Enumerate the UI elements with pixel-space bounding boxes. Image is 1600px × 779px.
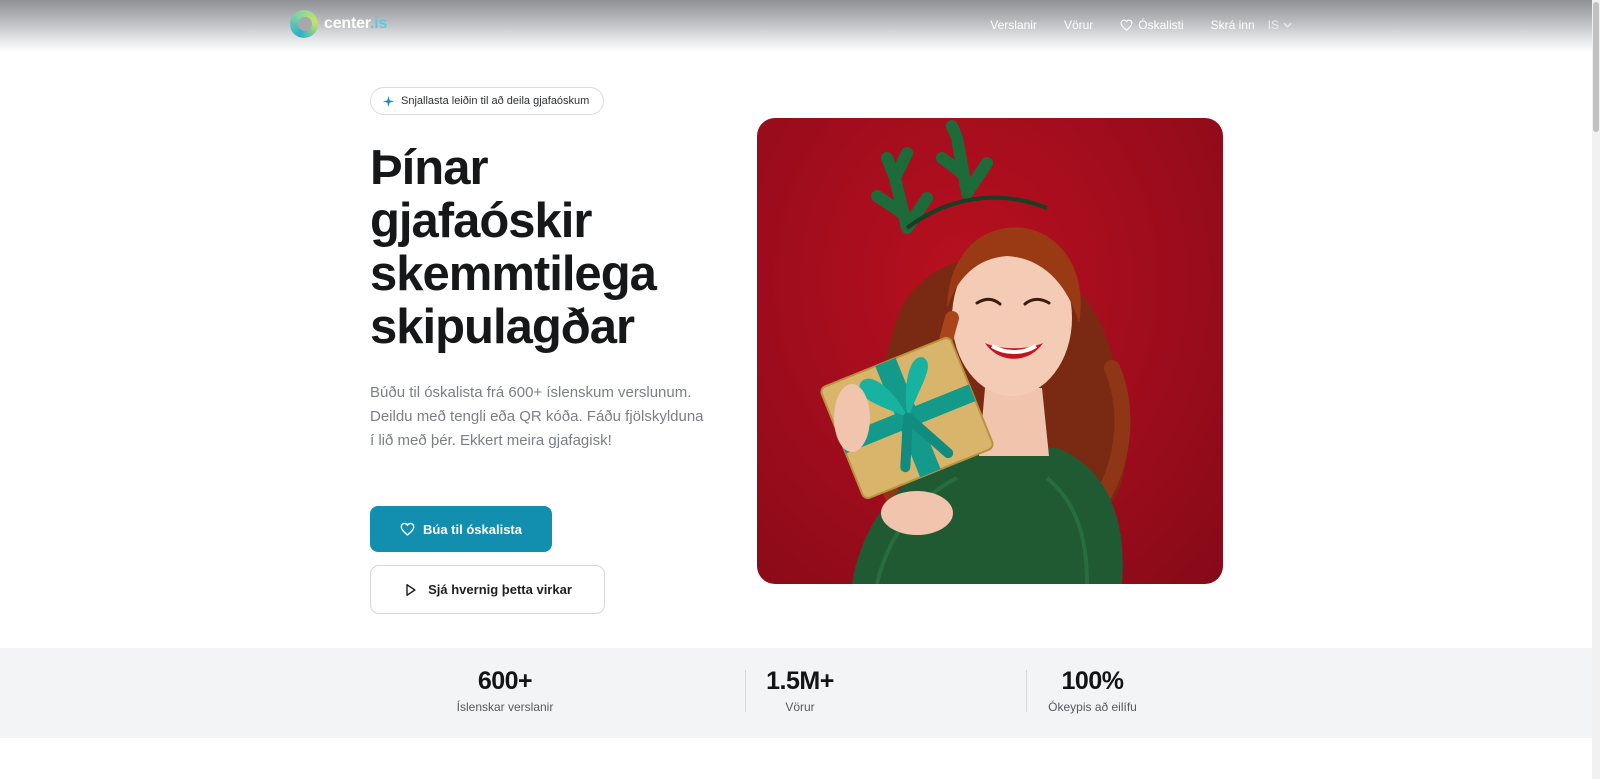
hero-photo [757,118,1223,584]
how-it-works-button[interactable]: Sjá hvernig þetta virkar [370,565,605,614]
heart-icon [1120,19,1133,31]
logo-icon [290,10,318,38]
hero-photo-illustration [820,120,1131,584]
tagline-text: Snjallasta leiðin til að deila gjafaósku… [401,95,590,107]
heart-icon [400,522,415,536]
main-nav: Verslanir Vörur Óskalisti Skrá inn IS [990,18,1292,32]
stat-value: 1.5M+ [766,667,834,695]
nav-wishlist[interactable]: Óskalisti [1120,18,1184,32]
create-wishlist-label: Búa til óskalista [423,521,522,537]
tagline-badge: Snjallasta leiðin til að deila gjafaósku… [370,87,605,115]
stat-label: Ókeypis að eilífu [1048,700,1137,714]
hero-title: Þínar gjafaóskir skemmtilega skipulagðar [370,142,710,354]
play-icon [406,583,416,596]
page-scrollbar[interactable] [1592,0,1600,779]
nav-login[interactable]: Skrá inn [1211,18,1255,32]
stat-value: 600+ [477,667,533,695]
scrollbar-thumb[interactable] [1593,2,1599,132]
hero-description: Búðu til óskalista frá 600+ íslenskum ve… [370,384,704,449]
stat-value: 100% [1061,667,1124,695]
sparkle-icon [383,95,394,107]
chevron-down-icon [1283,22,1292,28]
stat-divider [1026,670,1027,712]
create-wishlist-button[interactable]: Búa til óskalista [370,506,552,552]
language-selector[interactable]: IS [1268,18,1292,32]
stat-free: 100% Ókeypis að eilífu [1030,666,1155,714]
nav-products[interactable]: Vörur [1064,18,1093,32]
nav-stores[interactable]: Verslanir [990,18,1037,32]
logo-wordmark: center.is [324,15,388,32]
stat-products: 1.5M+ Vörur [740,666,860,714]
stat-stores: 600+ Íslenskar verslanir [440,666,570,714]
how-it-works-label: Sjá hvernig þetta virkar [428,582,572,597]
hero-title-line: gjafaóskir [370,194,592,248]
stat-label: Vörur [785,700,815,714]
hero-title-line: skemmtilega [370,247,657,301]
hero-title-line: skipulagðar [370,300,635,354]
site-header: center.is Verslanir Vörur Óskalisti Skrá… [0,0,1592,52]
hero-title-line: Þínar [370,141,489,195]
logo[interactable]: center.is [290,8,387,40]
stat-label: Íslenskar verslanir [456,700,554,714]
stats-band: 600+ Íslenskar verslanir 1.5M+ Vörur 100… [0,648,1592,738]
